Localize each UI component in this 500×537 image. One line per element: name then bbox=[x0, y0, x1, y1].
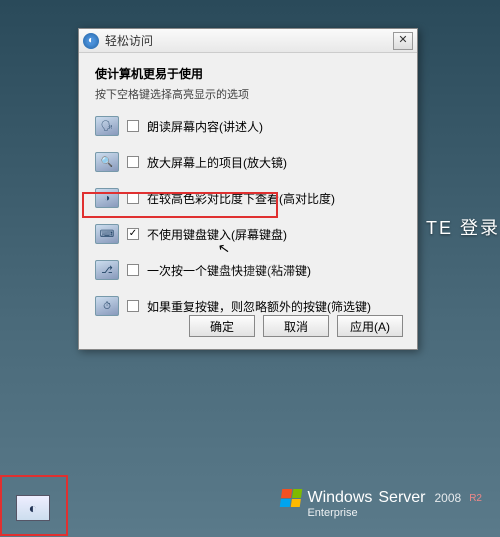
sticky-checkbox[interactable] bbox=[127, 264, 139, 276]
ease-of-access-icon: ◐ bbox=[83, 33, 99, 49]
dialog-body: 使计算机更易于使用 按下空格键选择高亮显示的选项 🗣 朗读屏幕内容(讲述人) 🔍… bbox=[79, 53, 417, 344]
sticky-icon: ⎇ bbox=[95, 260, 119, 280]
brand-windows: Windows bbox=[307, 489, 372, 507]
option-sticky[interactable]: ⎇ 一次按一个键盘快捷键(粘滞键) bbox=[95, 260, 401, 280]
option-osk[interactable]: ⌨ ✓ 不使用键盘键入(屏幕键盘) bbox=[95, 224, 401, 244]
filter-checkbox[interactable] bbox=[127, 300, 139, 312]
narrator-icon: 🗣 bbox=[95, 116, 119, 136]
titlebar[interactable]: ◐ 轻松访问 ✕ bbox=[79, 29, 417, 53]
osk-checkbox[interactable]: ✓ bbox=[127, 228, 139, 240]
apply-button[interactable]: 应用(A) bbox=[337, 315, 403, 337]
ok-button[interactable]: 确定 bbox=[189, 315, 255, 337]
contrast-icon: ◑ bbox=[95, 188, 119, 208]
dialog-title: 轻松访问 bbox=[105, 32, 393, 49]
option-filter[interactable]: ⏱ 如果重复按键，则忽略额外的按键(筛选键) bbox=[95, 296, 401, 316]
magnifier-icon: 🔍 bbox=[95, 152, 119, 172]
brand-edition: Enterprise bbox=[307, 507, 482, 519]
option-label: 一次按一个键盘快捷键(粘滞键) bbox=[147, 262, 311, 279]
osk-icon: ⌨ bbox=[95, 224, 119, 244]
option-label: 不使用键盘键入(屏幕键盘) bbox=[147, 226, 287, 243]
option-narrator[interactable]: 🗣 朗读屏幕内容(讲述人) bbox=[95, 116, 401, 136]
option-label: 如果重复按键，则忽略额外的按键(筛选键) bbox=[147, 298, 371, 315]
brand-server: Server bbox=[378, 489, 425, 507]
option-label: 朗读屏幕内容(讲述人) bbox=[147, 118, 263, 135]
windows-branding: Windows Server 2008 R2 Enterprise bbox=[281, 489, 482, 519]
option-contrast[interactable]: ◑ 在较高色彩对比度下查看(高对比度) bbox=[95, 188, 401, 208]
ease-of-access-dialog: ◐ 轻松访问 ✕ 使计算机更易于使用 按下空格键选择高亮显示的选项 🗣 朗读屏幕… bbox=[78, 28, 418, 350]
option-label: 放大屏幕上的项目(放大镜) bbox=[147, 154, 287, 171]
contrast-checkbox[interactable] bbox=[127, 192, 139, 204]
option-magnifier[interactable]: 🔍 放大屏幕上的项目(放大镜) bbox=[95, 152, 401, 172]
ease-of-access-taskbar-button[interactable]: ◐ bbox=[16, 495, 50, 521]
windows-flag-icon bbox=[280, 489, 303, 507]
magnifier-checkbox[interactable] bbox=[127, 156, 139, 168]
option-label: 在较高色彩对比度下查看(高对比度) bbox=[147, 190, 335, 207]
dialog-button-row: 确定 取消 应用(A) bbox=[189, 315, 403, 337]
filter-icon: ⏱ bbox=[95, 296, 119, 316]
cancel-button[interactable]: 取消 bbox=[263, 315, 329, 337]
close-button[interactable]: ✕ bbox=[393, 32, 413, 50]
brand-r2: R2 bbox=[469, 493, 482, 504]
background-login-text: TE 登录 bbox=[426, 214, 500, 240]
dialog-subheading: 按下空格键选择高亮显示的选项 bbox=[95, 86, 401, 102]
narrator-checkbox[interactable] bbox=[127, 120, 139, 132]
brand-year: 2008 bbox=[435, 491, 462, 505]
dialog-heading: 使计算机更易于使用 bbox=[95, 65, 401, 82]
